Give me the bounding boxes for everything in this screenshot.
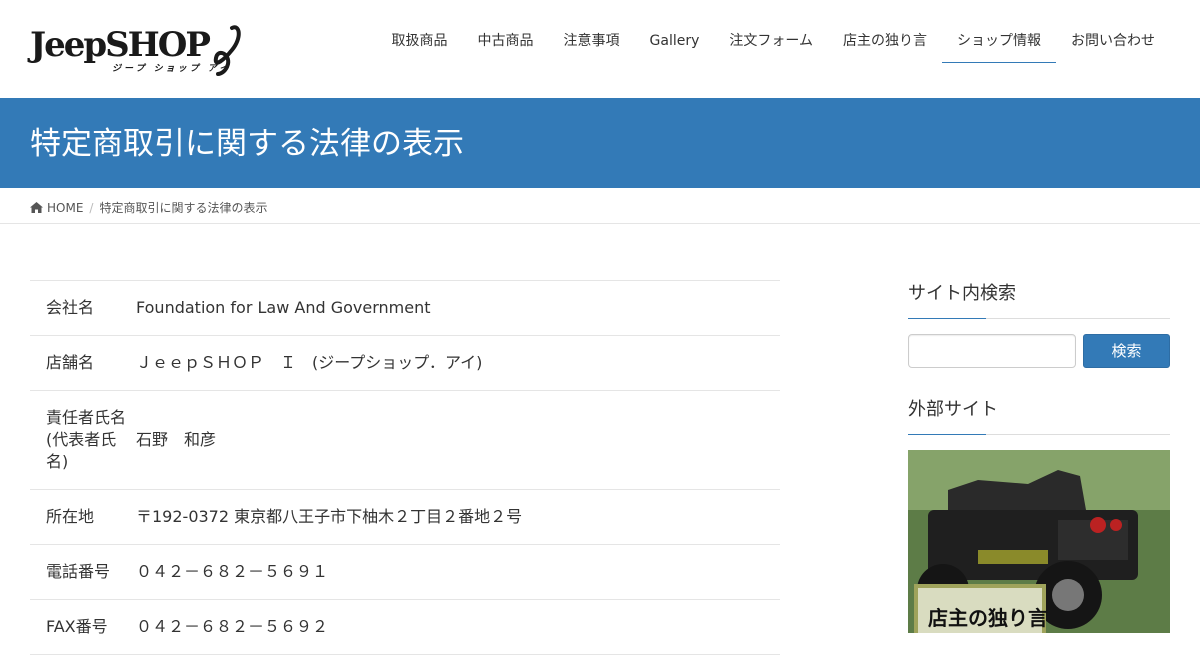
table-row: 店舗名 ＪｅｅｐＳＨＯＰ Ｉ (ジープショップ．アイ) [30,336,780,391]
table-row: 責任者氏名(代表者氏名) 石野 和彦 [30,391,780,490]
row-value: 石野 和彦 [136,430,217,449]
nav-item-contact[interactable]: お問い合わせ [1056,22,1170,63]
breadcrumb-home-link[interactable]: HOME [30,201,83,215]
row-value: ０４２－６８２－５６９２ [136,617,329,636]
search-button[interactable]: 検索 [1083,334,1170,368]
breadcrumb: HOME / 特定商取引に関する法律の表示 [0,188,1200,224]
nav-item-shop-info[interactable]: ショップ情報 [942,22,1056,63]
table-row: 会社名 Foundation for Law And Government [30,281,780,336]
logo-text: JeepSHOP [30,25,211,65]
table-row: FAX番号 ０４２－６８２－５６９２ [30,600,780,655]
row-value: ＪｅｅｐＳＨＯＰ Ｉ (ジープショップ．アイ) [136,353,483,372]
banner-sign: 店主の独り言 [914,584,1048,633]
business-info-table: 会社名 Foundation for Law And Government 店舗… [30,280,780,655]
breadcrumb-current: 特定商取引に関する法律の表示 [99,201,268,215]
nav-item-products[interactable]: 取扱商品 [377,22,463,63]
owner-blog-banner[interactable]: 店主の独り言 [908,450,1170,633]
logo-swirl-icon [213,25,241,76]
home-icon [30,202,43,213]
external-sites-heading: 外部サイト [908,396,1170,435]
row-value: Foundation for Law And Government [136,298,431,317]
search-input[interactable] [908,334,1076,368]
site-search: 検索 [908,334,1170,368]
main-nav: 取扱商品 中古商品 注意事項 Gallery 注文フォーム 店主の独り言 ショッ… [377,22,1170,63]
nav-item-gallery[interactable]: Gallery [635,22,715,63]
row-label: 所在地 [46,507,95,526]
row-label: 店舗名 [46,353,95,372]
site-logo[interactable]: JeepSHOP ジープ ショップ アイ [30,24,242,76]
sidebar: サイト内検索 検索 外部サイト 店主の独り言 [908,280,1170,633]
page-title: 特定商取引に関する法律の表示 [30,126,464,162]
row-label: FAX番号 [46,617,108,636]
row-value: 〒192-0372 東京都八王子市下柚木２丁目２番地２号 [136,507,523,526]
site-header: JeepSHOP ジープ ショップ アイ 取扱商品 中古商品 注意事項 Gall… [0,0,1200,98]
table-row: 所在地 〒192-0372 東京都八王子市下柚木２丁目２番地２号 [30,490,780,545]
row-value: ０４２－６８２－５６９１ [136,562,329,581]
table-row: 電話番号 ０４２－６８２－５６９１ [30,545,780,600]
page-header-band: 特定商取引に関する法律の表示 [0,98,1200,188]
nav-item-used-products[interactable]: 中古商品 [463,22,549,63]
search-heading: サイト内検索 [908,280,1170,319]
banner-sign-text: 店主の独り言 [928,606,1048,630]
row-label: 会社名 [46,298,95,317]
breadcrumb-separator: / [89,200,94,215]
row-label: 責任者氏名(代表者氏名) [46,408,127,471]
nav-item-order-form[interactable]: 注文フォーム [714,22,828,63]
row-label: 電話番号 [46,562,111,581]
nav-item-notes[interactable]: 注意事項 [549,22,635,63]
breadcrumb-home-label: HOME [47,200,84,215]
nav-item-owner-blog[interactable]: 店主の独り言 [828,22,942,63]
